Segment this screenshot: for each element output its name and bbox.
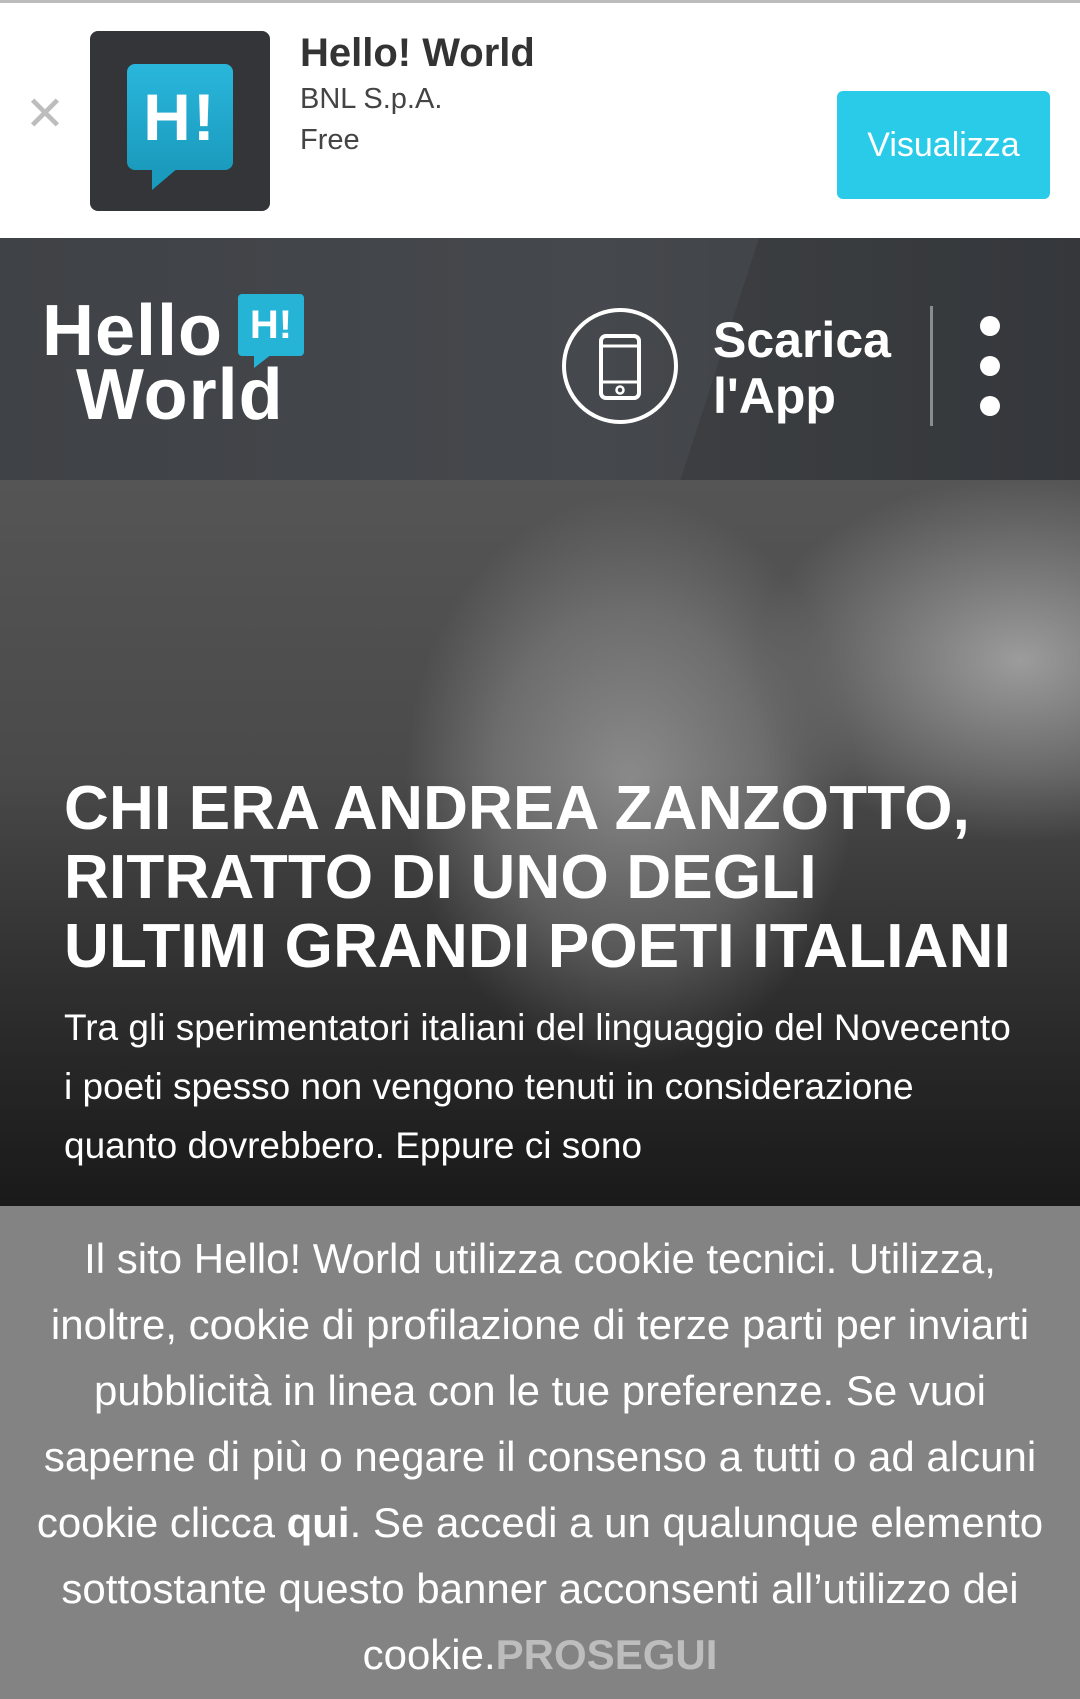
close-icon[interactable]: ✕ [22,90,68,138]
app-icon: H! [90,31,270,211]
logo-badge-tail [254,354,272,368]
site-header: Hello World H! Scarica l'App [0,238,1080,480]
download-app-link[interactable]: Scarica l'App [562,308,902,426]
view-app-button[interactable]: Visualizza [837,91,1050,199]
article-excerpt: Tra gli sperimentatori italiani del ling… [64,1007,1011,1166]
speech-bubble-tail [152,168,178,190]
app-icon-label: H! [127,64,233,170]
site-logo[interactable]: Hello World H! [42,290,322,435]
cookie-settings-link[interactable]: qui [287,1499,350,1546]
smart-app-banner: ✕ H! Hello! World BNL S.p.A. Free Visual… [0,0,1080,238]
cookie-banner: Il sito Hello! World utilizza cookie tec… [0,1206,1080,1699]
cookie-notice: Il sito Hello! World utilizza cookie tec… [18,1226,1062,1688]
more-vertical-icon[interactable] [968,312,1012,420]
header-divider [930,306,933,426]
smartphone-icon [562,308,678,424]
logo-text-world: World [76,355,284,435]
download-app-label: Scarica l'App [713,312,891,424]
app-publisher: BNL S.p.A. [300,83,443,115]
article-hero[interactable]: CHI ERA ANDREA ZANZOTTO, RITRATTO DI UNO… [0,480,1080,1206]
app-price: Free [300,124,360,156]
app-name: Hello! World [300,31,535,75]
accept-cookies-button[interactable]: PROSEGUI [496,1631,718,1678]
article-title[interactable]: CHI ERA ANDREA ZANZOTTO, RITRATTO DI UNO… [64,774,1024,981]
logo-badge: H! [238,294,304,356]
